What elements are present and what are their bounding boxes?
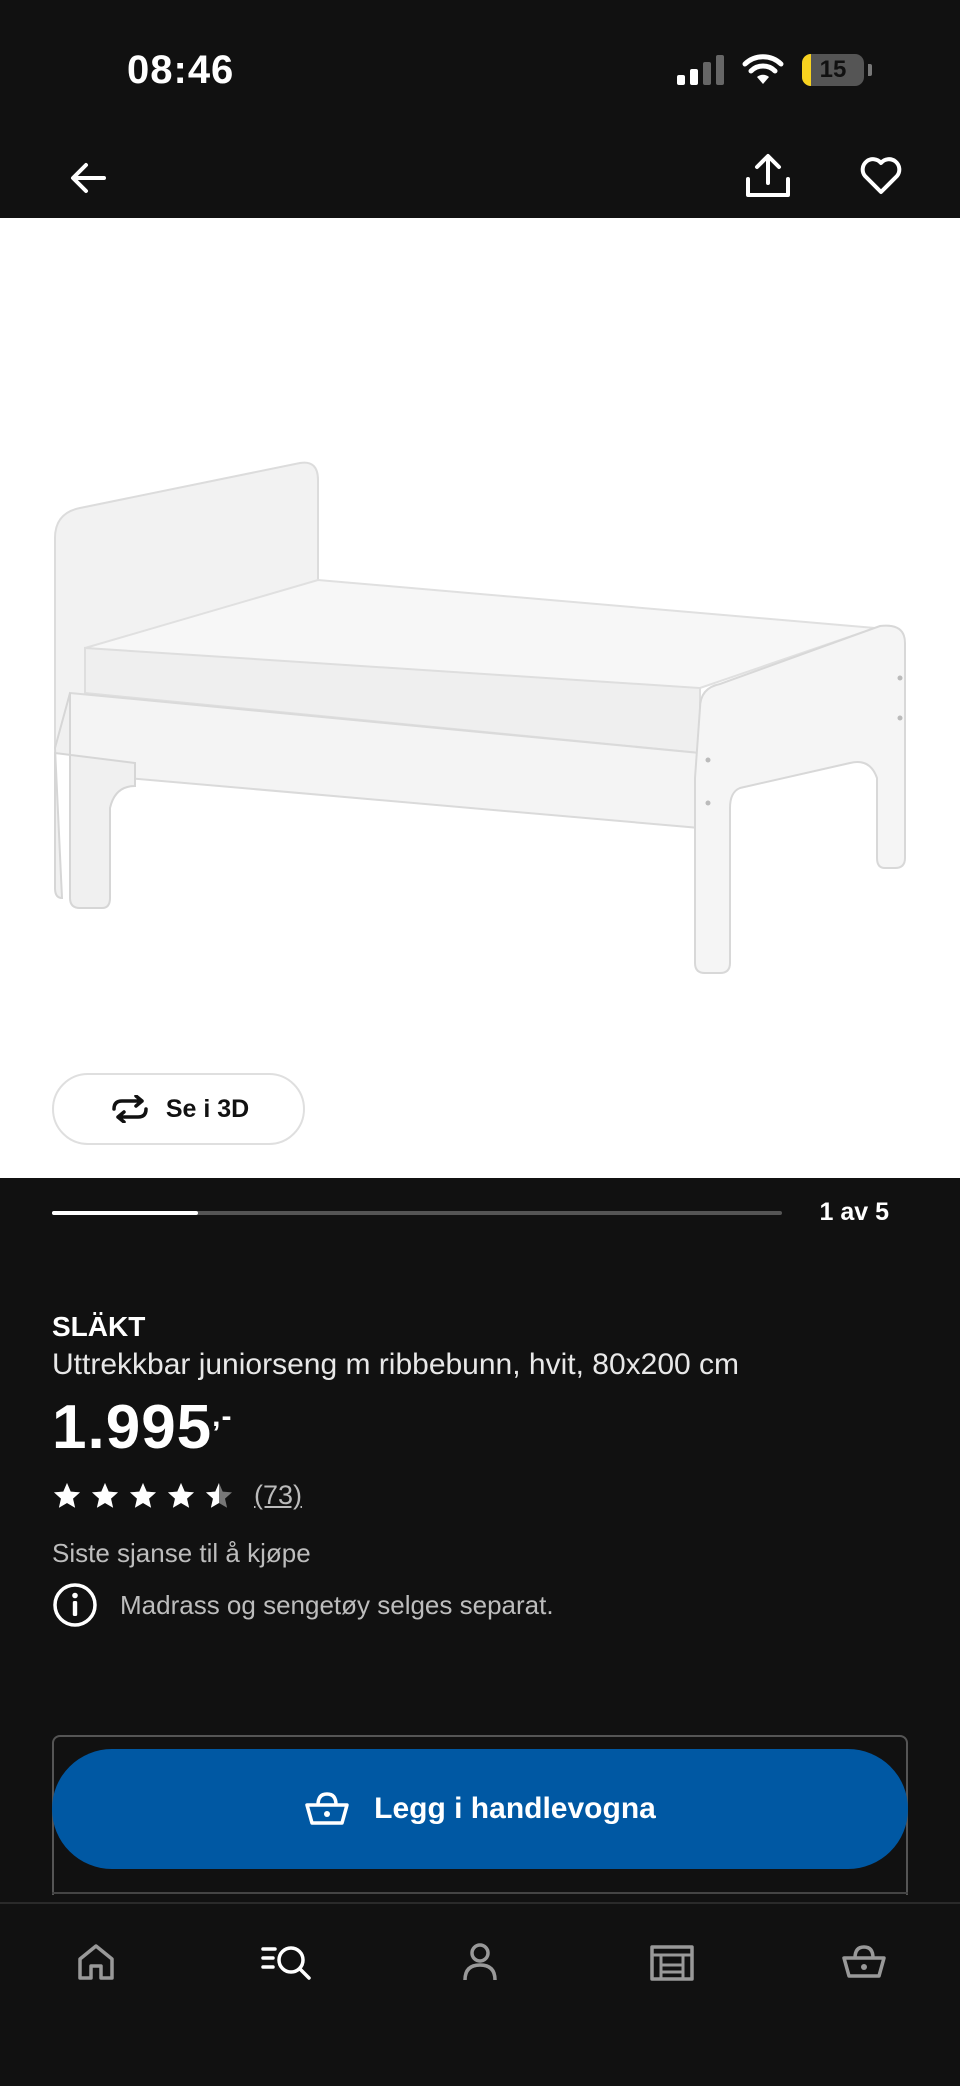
tab-profile[interactable] (452, 1934, 508, 1990)
back-button[interactable] (60, 150, 116, 206)
gallery-progress-bar (52, 1211, 782, 1215)
heart-icon (860, 157, 902, 194)
share-button[interactable] (740, 148, 796, 204)
share-icon (746, 154, 790, 197)
info-text: Madrass og sengetøy selges separat. (120, 1589, 554, 1620)
rotate-3d-icon (112, 1095, 148, 1123)
gallery-counter: 1 av 5 (819, 1198, 889, 1226)
tab-search[interactable] (259, 1934, 315, 1990)
info-circle-icon (53, 1583, 97, 1627)
info-row: Madrass og sengetøy selges separat. (52, 1582, 554, 1628)
store-icon (650, 1945, 694, 1981)
price-suffix: ,- (212, 1400, 233, 1433)
battery-icon: 15 (802, 54, 864, 86)
price-value: 1.995 (52, 1393, 213, 1462)
basket-icon (842, 1945, 886, 1978)
purchase-card-divider (52, 1892, 908, 1894)
cellular-signal-icon (677, 55, 724, 85)
search-list-icon (261, 1946, 311, 1980)
profile-icon (463, 1943, 497, 1981)
see-in-3d-label: Se i 3D (165, 1094, 250, 1123)
product-image-gallery[interactable] (0, 218, 960, 1178)
add-to-cart-button[interactable]: Legg i handlevogna (52, 1749, 908, 1869)
product-price: 1.995,- (52, 1392, 232, 1463)
wifi-icon (742, 54, 784, 84)
product-brand: SLÄKT (52, 1311, 146, 1342)
rating-row[interactable]: (73) (52, 1480, 302, 1511)
star-icon (92, 1482, 118, 1508)
availability-text: Siste sjanse til å kjøpe (52, 1538, 311, 1568)
status-icons: 15 (677, 50, 872, 90)
battery-level: 15 (819, 56, 847, 83)
favorite-button[interactable] (853, 148, 909, 204)
product-image (53, 461, 906, 974)
star-icon (54, 1482, 80, 1508)
add-to-cart-label: Legg i handlevogna (374, 1792, 656, 1825)
tab-stores[interactable] (644, 1934, 700, 1990)
see-in-3d-button[interactable]: Se i 3D (52, 1073, 305, 1145)
status-time: 08:46 (127, 48, 235, 92)
star-icon (206, 1482, 232, 1508)
review-count-link[interactable]: (73) (254, 1480, 302, 1511)
basket-icon (305, 1792, 349, 1825)
product-description: Uttrekkbar juniorseng m ribbebunn, hvit,… (52, 1348, 740, 1381)
top-nav-bar (0, 132, 960, 218)
status-bar: 08:46 15 (0, 0, 960, 132)
star-icon (130, 1482, 156, 1508)
tab-home[interactable] (68, 1934, 124, 1990)
rating-stars (52, 1481, 234, 1511)
battery-tip (868, 64, 872, 76)
tab-cart[interactable] (836, 1934, 892, 1990)
home-icon (78, 1944, 114, 1980)
gallery-progress-fill (52, 1211, 198, 1215)
bottom-tab-bar (0, 1902, 960, 2086)
star-icon (168, 1482, 194, 1508)
arrow-left-icon (71, 163, 106, 193)
